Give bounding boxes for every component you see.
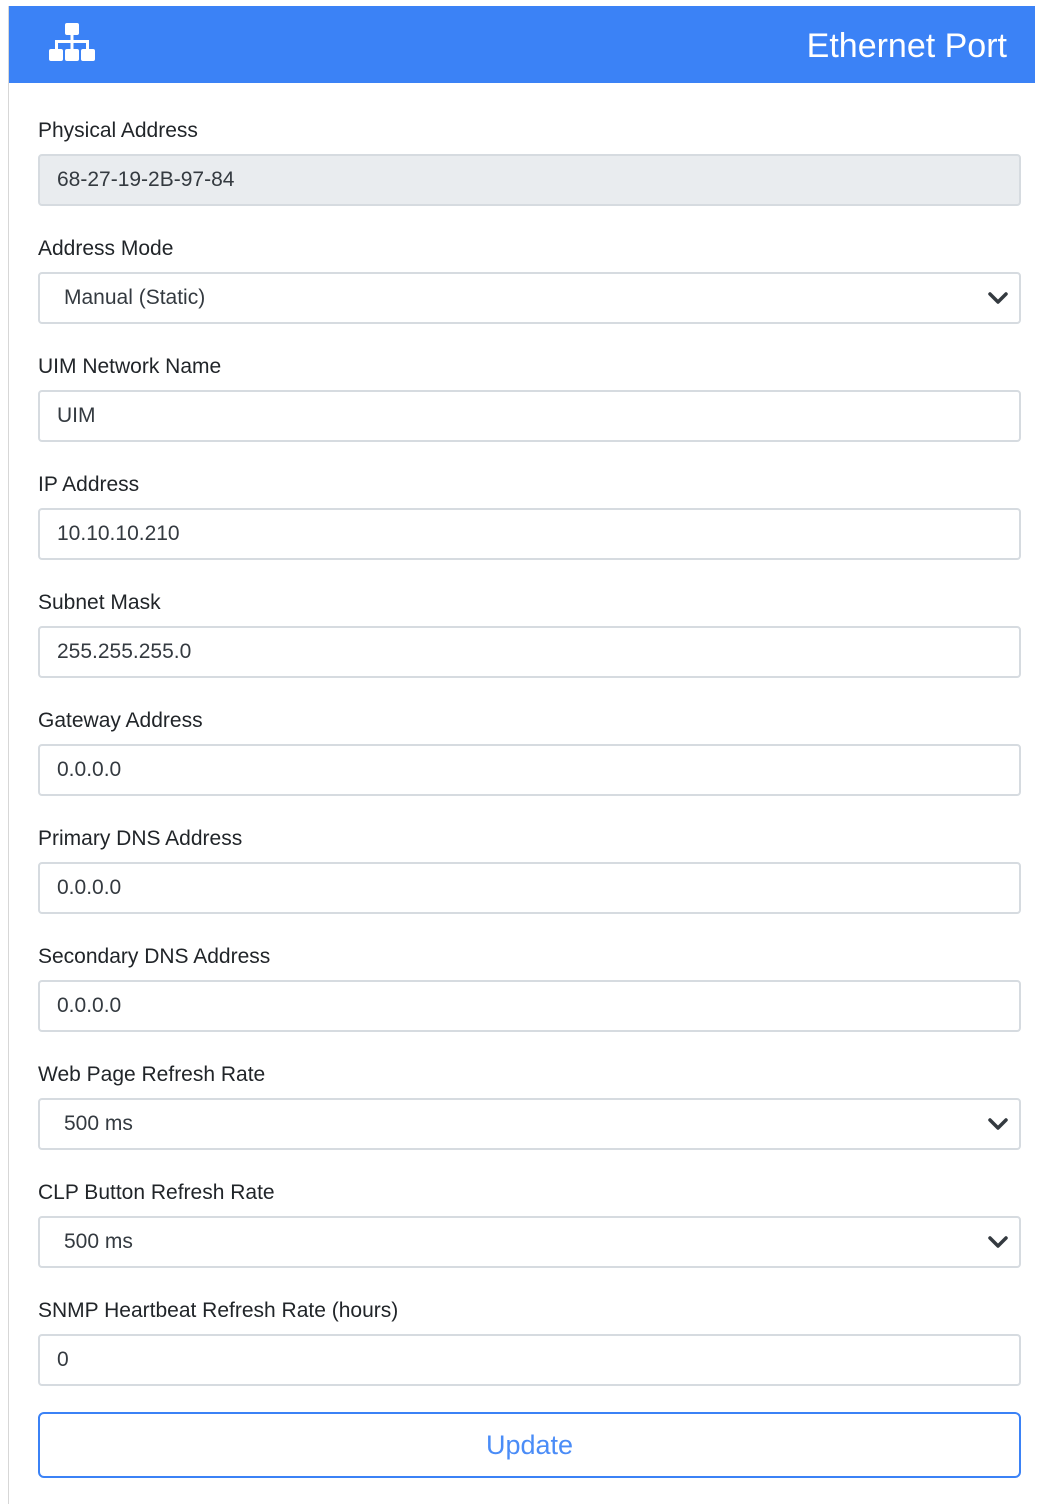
chevron-down-icon [988,292,1008,304]
address-mode-label: Address Mode [38,237,174,260]
network-name-group: UIM Network Name UIM [38,319,1021,442]
snmp-heartbeat-input[interactable]: 0 [38,1334,1021,1386]
ip-address-input[interactable]: 10.10.10.210 [38,508,1021,560]
address-mode-select[interactable]: Manual (Static) [38,272,1021,324]
gateway-address-input[interactable]: 0.0.0.0 [38,744,1021,796]
network-name-label: UIM Network Name [38,355,222,378]
ethernet-form: Physical Address 68-27-19-2B-97-84 Addre… [38,83,1021,1386]
clp-refresh-label: CLP Button Refresh Rate [38,1181,275,1204]
ip-address-label: IP Address [38,473,140,496]
address-mode-value: Manual (Static) [64,286,206,309]
web-refresh-group: Web Page Refresh Rate 500 ms [38,1027,1021,1150]
update-button[interactable]: Update [38,1412,1021,1478]
physical-address-field: 68-27-19-2B-97-84 [38,154,1021,206]
gateway-address-group: Gateway Address 0.0.0.0 [38,673,1021,796]
primary-dns-label: Primary DNS Address [38,827,243,850]
clp-refresh-group: CLP Button Refresh Rate 500 ms [38,1145,1021,1268]
subnet-mask-input[interactable]: 255.255.255.0 [38,626,1021,678]
subnet-mask-group: Subnet Mask 255.255.255.0 [38,555,1021,678]
web-refresh-value: 500 ms [64,1112,133,1135]
secondary-dns-label: Secondary DNS Address [38,945,271,968]
secondary-dns-input[interactable]: 0.0.0.0 [38,980,1021,1032]
primary-dns-group: Primary DNS Address 0.0.0.0 [38,791,1021,914]
subnet-mask-label: Subnet Mask [38,591,161,614]
address-mode-group: Address Mode Manual (Static) [38,201,1021,324]
secondary-dns-group: Secondary DNS Address 0.0.0.0 [38,909,1021,1032]
web-refresh-select[interactable]: 500 ms [38,1098,1021,1150]
clp-refresh-select[interactable]: 500 ms [38,1216,1021,1268]
card-title: Ethernet Port [806,27,1007,65]
clp-refresh-value: 500 ms [64,1230,133,1253]
snmp-heartbeat-group: SNMP Heartbeat Refresh Rate (hours) 0 [38,1263,1021,1386]
ethernet-port-card: Ethernet Port Physical Address 68-27-19-… [8,6,1035,1504]
network-name-input[interactable]: UIM [38,390,1021,442]
ip-address-group: IP Address 10.10.10.210 [38,437,1021,560]
card-header: Ethernet Port [9,6,1035,83]
physical-address-label: Physical Address [38,119,198,142]
chevron-down-icon [988,1118,1008,1130]
gateway-address-label: Gateway Address [38,709,203,732]
chevron-down-icon [988,1236,1008,1248]
sitemap-icon [49,23,95,61]
physical-address-group: Physical Address 68-27-19-2B-97-84 [38,83,1021,206]
snmp-heartbeat-label: SNMP Heartbeat Refresh Rate (hours) [38,1299,399,1322]
primary-dns-input[interactable]: 0.0.0.0 [38,862,1021,914]
web-refresh-label: Web Page Refresh Rate [38,1063,266,1086]
